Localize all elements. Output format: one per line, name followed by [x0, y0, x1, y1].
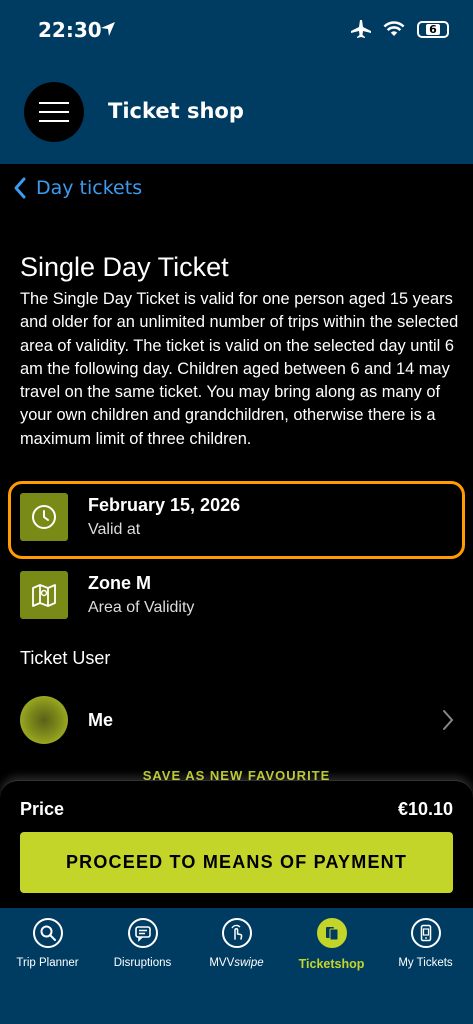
tab-label-main: MVV: [209, 957, 235, 969]
phone-ticket-icon: [410, 918, 441, 948]
status-icons: 6: [351, 20, 449, 38]
back-link-label: Day tickets: [36, 177, 143, 199]
price-sheet: Price €10.10 PROCEED TO MEANS OF PAYMENT: [0, 780, 473, 908]
hamburger-icon-line: [39, 111, 69, 113]
hamburger-icon-line: [39, 120, 69, 122]
ticket-user-heading: Ticket User: [20, 648, 111, 668]
battery-level: 6: [426, 23, 440, 35]
proceed-to-payment-button[interactable]: PROCEED TO MEANS OF PAYMENT: [20, 832, 453, 893]
wifi-icon: [383, 21, 405, 36]
ticket-title: Single Day Ticket: [20, 252, 229, 282]
zone-value: Zone M: [88, 573, 151, 593]
menu-button[interactable]: [24, 82, 84, 142]
airplane-icon: [351, 20, 371, 38]
tab-label: Disruptions: [113, 957, 172, 969]
swipe-hand-icon: [221, 918, 252, 948]
ticket-user-row[interactable]: Me: [20, 695, 460, 745]
zone-label: Area of Validity: [88, 599, 195, 616]
clock-icon: [20, 493, 68, 541]
valid-date-label: Valid at: [88, 521, 141, 538]
tab-label: My Tickets: [398, 957, 453, 969]
ticket-description: The Single Day Ticket is valid for one p…: [20, 290, 459, 448]
status-bar: 22:30 6: [0, 0, 473, 60]
tab-label: Ticketshop: [298, 957, 365, 971]
tickets-icon: [316, 918, 347, 948]
chevron-left-icon: [14, 177, 26, 199]
back-link[interactable]: Day tickets: [12, 176, 142, 200]
location-arrow-icon: [101, 22, 115, 36]
message-icon: [127, 918, 158, 948]
tab-ticketshop[interactable]: Ticketshop: [284, 918, 379, 971]
magnifier-icon: [32, 918, 63, 948]
tab-label: Trip Planner: [16, 957, 79, 969]
map-icon: [20, 571, 68, 619]
tab-disruptions[interactable]: Disruptions: [95, 918, 190, 969]
price-label: Price: [20, 799, 65, 819]
ticket-user-name: Me: [88, 709, 114, 730]
battery-icon: 6: [417, 20, 449, 38]
tab-trip-planner[interactable]: Trip Planner: [0, 918, 95, 969]
tab-bar: Trip Planner Disruptions MVVswipe Ticket…: [0, 908, 473, 1024]
hamburger-icon-line: [39, 102, 69, 104]
page-title: Ticket shop: [108, 99, 244, 123]
avatar: [20, 696, 68, 744]
status-time: 22:30: [38, 18, 102, 42]
tab-label: MVVswipe: [209, 957, 263, 969]
tab-my-tickets[interactable]: My Tickets: [378, 918, 473, 969]
valid-date-value: February 15, 2026: [88, 495, 241, 515]
zone-row[interactable]: Zone M Area of Validity: [20, 562, 460, 628]
price-value: €10.10: [397, 799, 453, 819]
tab-label-italic: swipe: [234, 957, 264, 969]
app-header: Ticket shop: [0, 60, 473, 164]
valid-date-row[interactable]: February 15, 2026 Valid at: [20, 484, 460, 550]
tab-mvv-swipe[interactable]: MVVswipe: [189, 918, 284, 969]
chevron-right-icon: [443, 710, 454, 730]
